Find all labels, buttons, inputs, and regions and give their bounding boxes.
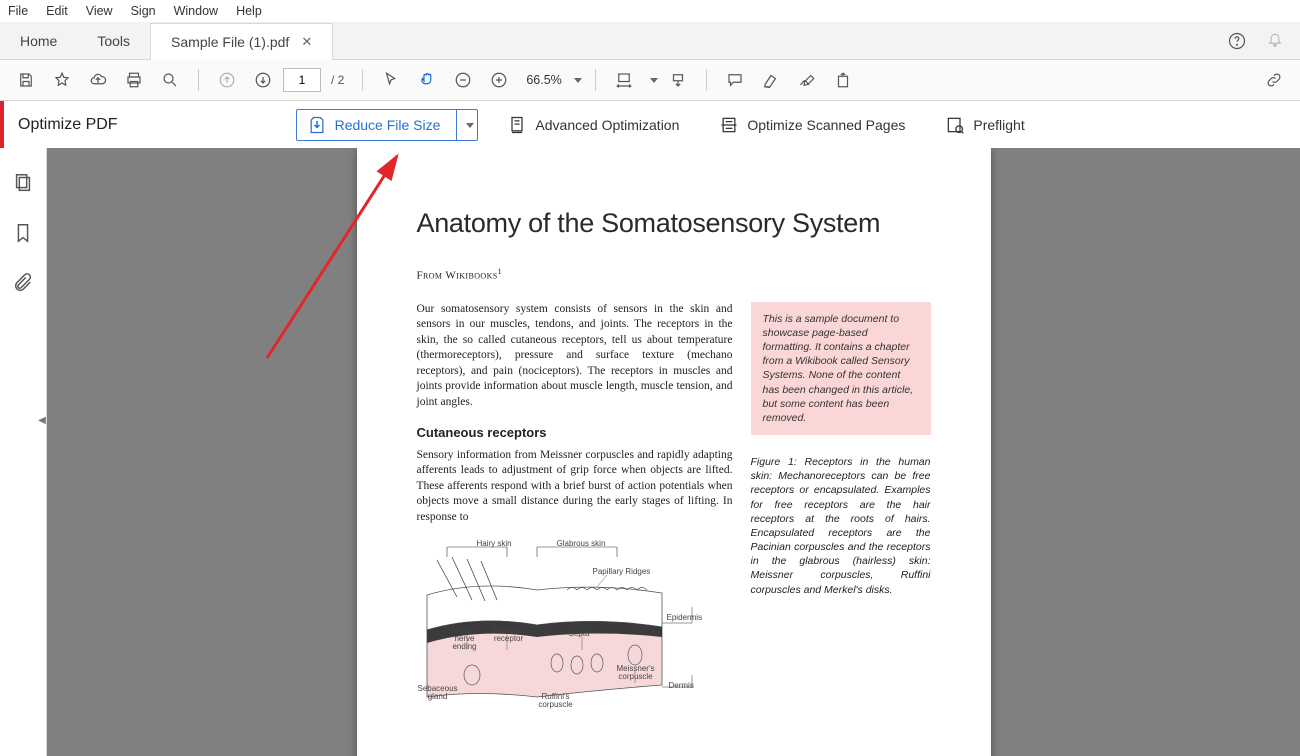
workspace: ◀ Anatomy of the Somatosensory System Fr… [0, 148, 1300, 756]
scanned-pages-label: Optimize Scanned Pages [747, 117, 905, 133]
reduce-file-size-label: Reduce File Size [335, 117, 449, 133]
optimize-toolbar: Optimize PDF Reduce File Size Advanced O… [0, 101, 1300, 150]
advanced-opt-label: Advanced Optimization [535, 117, 679, 133]
reduce-file-size-button[interactable]: Reduce File Size [296, 109, 479, 141]
help-icon[interactable] [1228, 32, 1246, 50]
advanced-opt-icon [507, 115, 527, 135]
pdf-page: Anatomy of the Somatosensory System From… [357, 148, 991, 756]
diag-hairy-label: Hairy skin [477, 539, 512, 550]
diag-sebaceous-label: Sebaceous gland [417, 685, 459, 701]
rotate-button[interactable] [827, 64, 859, 96]
menu-file[interactable]: File [8, 4, 28, 18]
diag-ruffini-label: Ruffini's corpuscle [535, 693, 577, 709]
cloud-upload-button[interactable] [82, 64, 114, 96]
zoom-in-button[interactable] [483, 64, 515, 96]
menu-edit[interactable]: Edit [46, 4, 68, 18]
fit-width-button[interactable] [608, 64, 640, 96]
tab-tools[interactable]: Tools [77, 23, 150, 59]
main-toolbar: / 2 66.5% [0, 60, 1300, 101]
diag-papillary-label: Papillary Ridges [593, 567, 651, 578]
next-page-button[interactable] [247, 64, 279, 96]
separator [706, 69, 707, 91]
reduce-file-icon [307, 115, 327, 135]
figure-caption: Figure 1: Receptors in the human skin: M… [751, 455, 931, 597]
tab-home[interactable]: Home [0, 23, 77, 59]
bookmark-icon[interactable] [12, 222, 34, 244]
print-button[interactable] [118, 64, 150, 96]
tab-bar: Home Tools Sample File (1).pdf ✕ [0, 23, 1300, 60]
bell-icon[interactable] [1266, 32, 1284, 50]
preflight-label: Preflight [973, 117, 1024, 133]
scanned-pages-icon [719, 115, 739, 135]
attachments-icon[interactable] [12, 272, 34, 294]
diag-merkel-label: Merkel's receptor [491, 627, 527, 643]
diag-glabrous-label: Glabrous skin [557, 539, 606, 550]
fit-width-caret[interactable] [644, 64, 658, 96]
doc-paragraph-1: Our somatosensory system consists of sen… [417, 302, 733, 411]
advanced-optimization-button[interactable]: Advanced Optimization [496, 109, 690, 141]
menu-sign[interactable]: Sign [131, 4, 156, 18]
zoom-out-button[interactable] [447, 64, 479, 96]
star-button[interactable] [46, 64, 78, 96]
diag-epidermis-label: Epidermis [667, 613, 703, 624]
menu-window[interactable]: Window [174, 4, 218, 18]
tab-document-label: Sample File (1).pdf [171, 34, 289, 50]
diag-freenerve-label: Free nerve ending [447, 627, 483, 651]
document-canvas[interactable]: Anatomy of the Somatosensory System From… [47, 148, 1300, 756]
optimize-title: Optimize PDF [18, 116, 118, 134]
diag-meissner-label: Meissner's corpuscle [615, 665, 657, 681]
close-tab-icon[interactable]: ✕ [301, 34, 312, 50]
info-box: This is a sample document to showcase pa… [751, 302, 931, 435]
separator [362, 69, 363, 91]
save-button[interactable] [10, 64, 42, 96]
menu-help[interactable]: Help [236, 4, 262, 18]
skin-diagram: Hairy skin Glabrous skin Epidermis Dermi… [417, 535, 707, 705]
zoom-dropdown[interactable]: 66.5% [519, 70, 582, 90]
highlight-button[interactable] [755, 64, 787, 96]
share-link-button[interactable] [1258, 64, 1290, 96]
zoom-value: 66.5% [520, 71, 567, 89]
chevron-down-icon [574, 78, 582, 83]
page-count: / 2 [331, 73, 344, 87]
search-button[interactable] [154, 64, 186, 96]
doc-paragraph-2: Sensory information from Meissner corpus… [417, 448, 733, 526]
page-number-input[interactable] [283, 68, 321, 92]
hand-tool-button[interactable] [411, 64, 443, 96]
sign-button[interactable] [791, 64, 823, 96]
doc-subheading: Cutaneous receptors [417, 424, 733, 442]
preflight-icon [945, 115, 965, 135]
doc-source: From Wikibooks1 [417, 267, 931, 282]
menu-bar: File Edit View Sign Window Help [0, 0, 1300, 23]
selection-tool-button[interactable] [375, 64, 407, 96]
reduce-file-size-dropdown[interactable] [456, 110, 477, 140]
comment-button[interactable] [719, 64, 751, 96]
left-navigation-rail: ◀ [0, 148, 47, 756]
prev-page-button[interactable] [211, 64, 243, 96]
tab-document[interactable]: Sample File (1).pdf ✕ [150, 23, 333, 60]
red-accent-strip [0, 101, 4, 149]
preflight-button[interactable]: Preflight [934, 109, 1035, 141]
scroll-mode-button[interactable] [662, 64, 694, 96]
optimize-scanned-button[interactable]: Optimize Scanned Pages [708, 109, 916, 141]
separator [198, 69, 199, 91]
thumbnails-icon[interactable] [12, 172, 34, 194]
collapse-rail-icon[interactable]: ◀ [37, 408, 47, 432]
separator [595, 69, 596, 91]
doc-title: Anatomy of the Somatosensory System [417, 208, 931, 239]
diag-septa-label: Septa [569, 629, 590, 640]
menu-view[interactable]: View [86, 4, 113, 18]
diag-dermis-label: Dermis [669, 681, 694, 692]
